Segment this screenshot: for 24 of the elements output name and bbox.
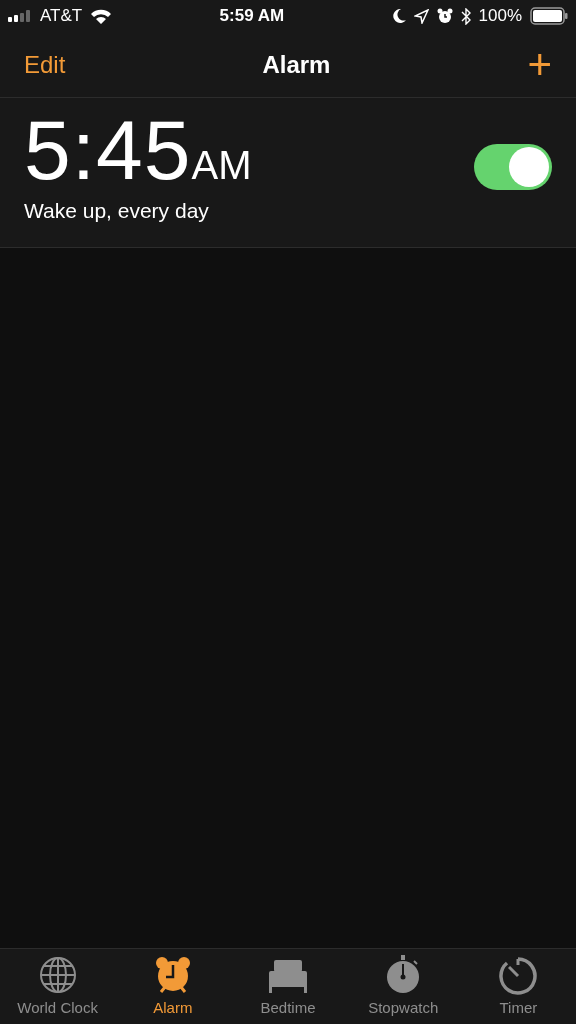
edit-button[interactable]: Edit xyxy=(24,46,66,83)
signal-icon xyxy=(8,10,32,22)
moon-icon xyxy=(391,8,406,24)
alarm-time: 5:45 xyxy=(24,108,192,192)
toggle-switch[interactable] xyxy=(474,144,552,191)
tab-button[interactable]: Bedtime xyxy=(230,949,346,1024)
globe-icon xyxy=(37,955,78,995)
nav-title: Alarm xyxy=(262,49,331,80)
alarm-label: Wake up, every day xyxy=(24,198,210,224)
battery-icon xyxy=(530,7,568,25)
tab-button[interactable]: World Clock xyxy=(0,949,116,1024)
tab-button[interactable]: Stopwatch xyxy=(345,949,461,1024)
location-icon xyxy=(413,8,429,24)
alarm-period: AM xyxy=(191,143,252,189)
wifi-icon xyxy=(90,8,113,24)
tab-button[interactable]: Timer xyxy=(460,949,576,1024)
carrier-name: AT&T xyxy=(40,5,83,28)
tab-button[interactable]: Alarm xyxy=(115,949,231,1024)
add-button[interactable]: + xyxy=(527,43,552,86)
status-time: 5:59 AM xyxy=(219,5,285,28)
bluetooth-icon xyxy=(460,7,471,25)
timer-icon xyxy=(498,955,539,995)
battery-percent: 100% xyxy=(478,5,522,28)
alarm-icon xyxy=(436,8,453,24)
